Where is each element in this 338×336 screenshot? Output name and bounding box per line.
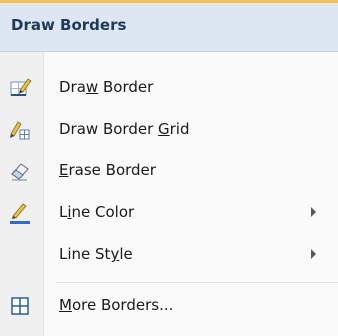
draw-borders-menu: Draw Borders Draw Border Draw Border Gri… <box>0 0 338 336</box>
menu-item-more-borders[interactable]: More Borders... <box>0 286 338 326</box>
menu-item-label: Draw Border <box>59 78 154 96</box>
menu-item-label: More Borders... <box>59 296 174 314</box>
eraser-icon <box>8 159 32 183</box>
draw-border-grid-icon <box>8 118 32 142</box>
line-color-icon <box>8 201 32 225</box>
menu-item-line-color[interactable]: Line Color <box>0 193 338 233</box>
menu-item-label: Draw Border Grid <box>59 120 190 138</box>
menu-separator <box>56 282 338 283</box>
menu-item-label: Line Color <box>59 203 135 221</box>
menu-item-draw-border-grid[interactable]: Draw Border Grid <box>0 110 338 150</box>
draw-border-icon <box>8 76 32 100</box>
menu-item-erase-border[interactable]: Erase Border <box>0 151 338 191</box>
menu-item-label: Line Style <box>59 245 133 263</box>
submenu-arrow-icon <box>311 249 316 259</box>
menu-item-line-style[interactable]: Line Style <box>0 235 338 275</box>
menu-header-label: Draw Borders <box>11 16 127 34</box>
menu-item-draw-border[interactable]: Draw Border <box>0 68 338 108</box>
menu-header: Draw Borders <box>0 3 338 52</box>
borders-icon <box>8 294 32 318</box>
submenu-arrow-icon <box>311 207 316 217</box>
menu-item-label: Erase Border <box>59 161 156 179</box>
